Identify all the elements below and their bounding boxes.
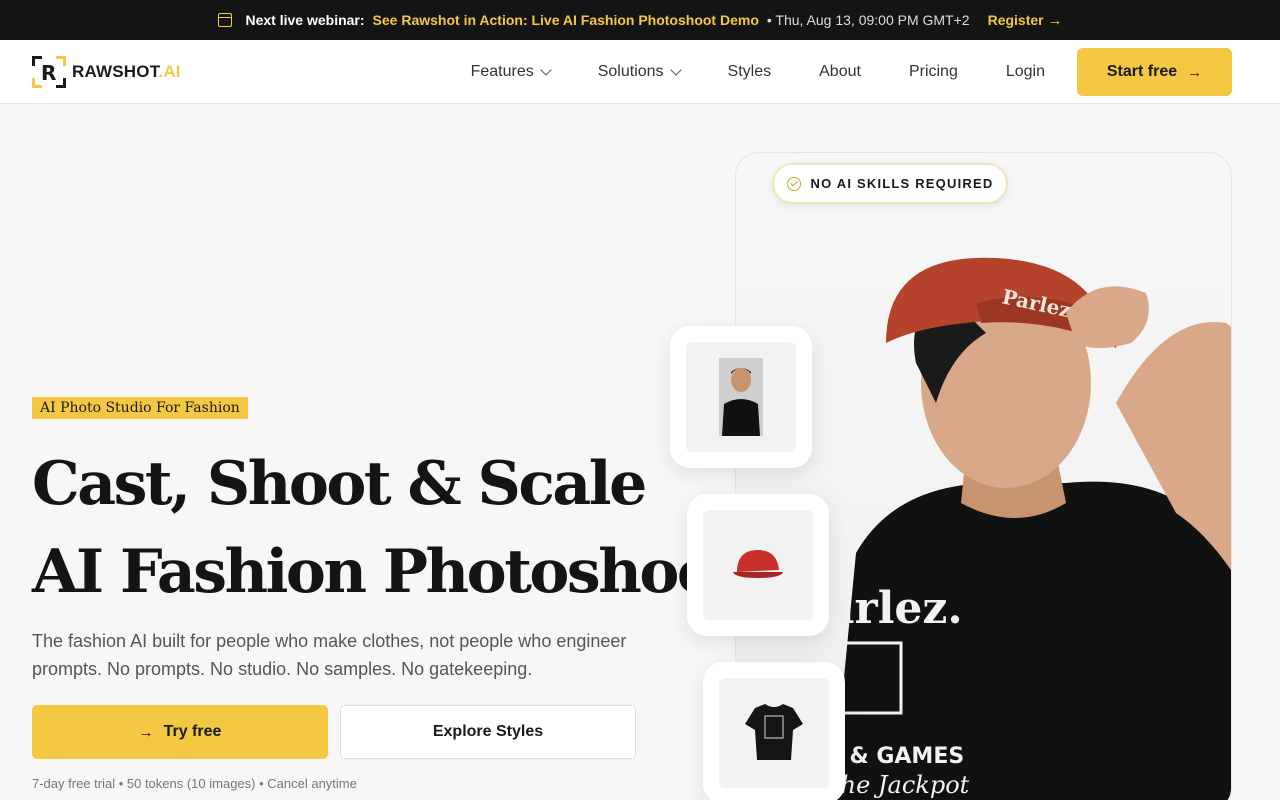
tshirt-thumbnail-card[interactable]: [703, 662, 845, 800]
explore-styles-button[interactable]: Explore Styles: [340, 705, 636, 759]
check-circle-icon: [786, 176, 801, 191]
nav-item-styles[interactable]: Styles: [728, 63, 772, 81]
announcement-title[interactable]: See Rawshot in Action: Live AI Fashion P…: [373, 12, 759, 28]
try-free-button[interactable]: → Try free: [32, 705, 328, 759]
main-nav: R RAWSHOT.AI Features Solutions Styles A…: [0, 40, 1280, 104]
calendar-icon: [217, 13, 232, 27]
nav-links: Features Solutions Styles About Pricing …: [423, 48, 1232, 96]
nav-item-solutions[interactable]: Solutions: [598, 63, 682, 81]
hero-subtitle: The fashion AI built for people who make…: [32, 631, 627, 679]
cap-thumbnail: [733, 550, 783, 578]
start-free-button[interactable]: Start free →: [1077, 48, 1232, 96]
nav-item-login[interactable]: Login: [1006, 63, 1045, 81]
trial-fineprint: 7-day free trial • 50 tokens (10 images)…: [32, 776, 357, 791]
announcement-prefix: Next live webinar:: [245, 12, 365, 28]
arrow-right-icon: →: [1187, 63, 1203, 81]
arrow-right-icon: →: [1047, 11, 1063, 29]
hero-title: Cast, Shoot & Scale AI Fashion Photoshoo…: [32, 449, 773, 607]
svg-text:the Jackpot: the Jackpot: [831, 771, 970, 799]
nav-item-features[interactable]: Features: [471, 63, 552, 81]
logo-text: RAWSHOT.AI: [72, 62, 181, 81]
model-thumbnail: [719, 358, 763, 436]
logo[interactable]: R RAWSHOT.AI: [32, 56, 181, 88]
arrow-right-icon: →: [138, 723, 154, 741]
cap-thumbnail-card[interactable]: [687, 494, 829, 636]
chevron-down-icon: [669, 64, 682, 76]
hero-badge: AI Photo Studio For Fashion: [32, 397, 248, 419]
svg-text:S & GAMES: S & GAMES: [826, 744, 964, 769]
nav-item-pricing[interactable]: Pricing: [909, 63, 958, 81]
nav-item-about[interactable]: About: [819, 63, 861, 81]
announcement-bar[interactable]: Next live webinar: See Rawshot in Action…: [0, 0, 1280, 40]
svg-text:arlez.: arlez.: [826, 583, 963, 634]
model-thumbnail-card[interactable]: [670, 326, 812, 468]
announcement-date: • Thu, Aug 13, 09:00 PM GMT+2: [766, 12, 970, 28]
logo-icon: R: [32, 56, 66, 88]
tshirt-thumbnail: [745, 704, 803, 760]
register-link[interactable]: Register →: [988, 12, 1063, 29]
no-ai-skills-pill: NO AI SKILLS REQUIRED: [772, 163, 1008, 204]
chevron-down-icon: [540, 64, 552, 76]
